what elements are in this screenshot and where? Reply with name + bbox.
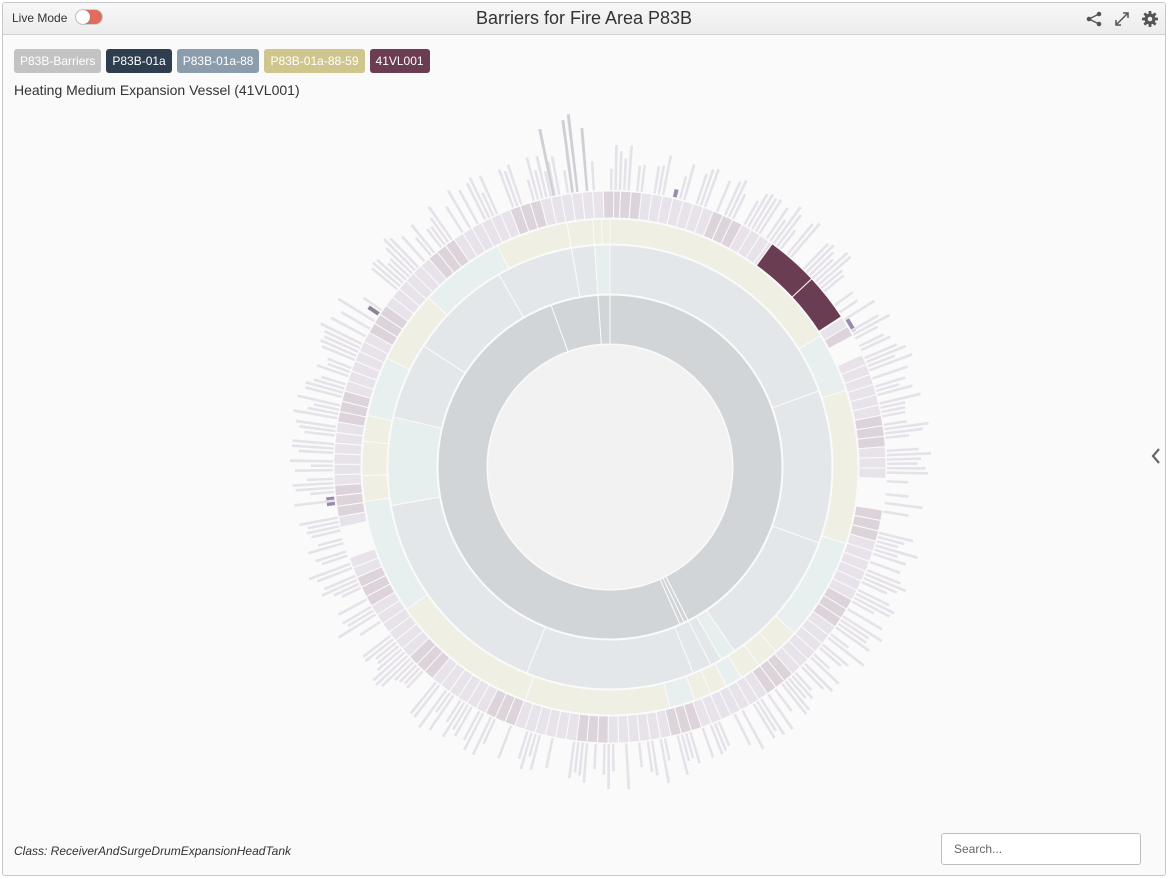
- sunburst-segment-level-5[interactable]: [886, 467, 926, 470]
- sunburst-segment-level-5[interactable]: [821, 643, 849, 667]
- sunburst-segment-level-5[interactable]: [563, 169, 570, 194]
- sunburst-segment-level-4[interactable]: [592, 190, 605, 220]
- sunburst-segment-level-4[interactable]: [607, 715, 620, 744]
- sunburst-chart[interactable]: [3, 3, 1166, 823]
- sunburst-segment-level-5[interactable]: [886, 462, 918, 466]
- sunburst-segment-level-5[interactable]: [580, 128, 589, 192]
- sunburst-segment-level-5[interactable]: [614, 145, 618, 191]
- sunburst-segment-level-2[interactable]: [387, 416, 443, 507]
- sunburst-segment-level-4[interactable]: [596, 715, 609, 744]
- sunburst-segment-level-5[interactable]: [886, 471, 928, 475]
- sunburst-segment-level-3[interactable]: [600, 218, 611, 245]
- sunburst-segment-level-5[interactable]: [330, 316, 367, 338]
- sunburst-segment-level-5[interactable]: [618, 151, 623, 191]
- sunburst-segment-level-5[interactable]: [624, 743, 631, 790]
- sunburst-segment-level-4[interactable]: [602, 190, 615, 219]
- sunburst-segment-level-5[interactable]: [886, 451, 932, 457]
- sunburst-segment-level-5[interactable]: [593, 743, 597, 770]
- sunburst-segment-level-4[interactable]: [858, 456, 887, 469]
- sunburst-segment-level-5[interactable]: [733, 713, 752, 746]
- sunburst-segment-level-5[interactable]: [760, 698, 786, 736]
- sunburst-segment-level-3[interactable]: [361, 474, 390, 503]
- sunburst-segment-level-5[interactable]: [371, 267, 399, 291]
- sunburst-segment-level-5[interactable]: [789, 222, 821, 258]
- sunburst-segment-level-5[interactable]: [623, 158, 628, 191]
- sunburst-segment-level-5[interactable]: [842, 615, 883, 643]
- sunburst-segment-level-5[interactable]: [886, 447, 919, 453]
- sunburst-segment-level-5[interactable]: [637, 742, 644, 768]
- sunburst-segment-level-5[interactable]: [337, 613, 377, 639]
- sunburst-segment-level-5[interactable]: [751, 193, 775, 230]
- sunburst-segment-level-5[interactable]: [458, 189, 479, 225]
- sunburst-segment-accent[interactable]: [366, 304, 382, 317]
- search-input[interactable]: [941, 833, 1141, 865]
- sunburst-segment-level-4[interactable]: [333, 452, 362, 465]
- sunburst-segment-level-5[interactable]: [413, 684, 441, 718]
- sunburst-segment-level-5[interactable]: [446, 189, 472, 229]
- sunburst-segment-level-4[interactable]: [333, 463, 362, 476]
- sunburst-segment-level-5[interactable]: [544, 737, 554, 769]
- sunburst-segment-level-5[interactable]: [627, 145, 634, 191]
- sunburst-segment-level-5[interactable]: [636, 165, 642, 192]
- sunburst-segment-level-5[interactable]: [610, 168, 613, 191]
- sunburst-center[interactable]: [488, 345, 732, 589]
- sunburst-segment-level-4[interactable]: [333, 473, 363, 486]
- sunburst-segment-level-5[interactable]: [310, 464, 334, 467]
- sunburst-segment-level-3[interactable]: [566, 219, 595, 248]
- sunburst-segment-level-5[interactable]: [808, 251, 835, 276]
- sunburst-segment-level-5[interactable]: [886, 457, 922, 461]
- sunburst-segment-level-5[interactable]: [497, 725, 513, 759]
- sunburst-segment-level-3[interactable]: [592, 218, 603, 246]
- sunburst-segment-level-5[interactable]: [659, 739, 671, 784]
- sunburst-segment-level-3[interactable]: [361, 440, 389, 477]
- sunburst-segment-level-5[interactable]: [602, 743, 606, 775]
- sunburst-segment-level-5[interactable]: [817, 255, 852, 286]
- sunburst-segment-level-5[interactable]: [885, 493, 909, 498]
- sunburst-segment-level-5[interactable]: [337, 598, 368, 616]
- sunburst-segment-level-5[interactable]: [292, 481, 334, 487]
- sunburst-segment-level-5[interactable]: [298, 449, 334, 454]
- sunburst-segment-level-4[interactable]: [857, 446, 887, 459]
- chevron-left-icon[interactable]: [1149, 446, 1163, 466]
- sunburst-segment-level-5[interactable]: [640, 164, 646, 192]
- sunburst-segment-level-5[interactable]: [291, 444, 334, 450]
- sunburst-segment-level-4[interactable]: [858, 467, 887, 480]
- sunburst-segment-level-5[interactable]: [471, 716, 493, 756]
- sunburst-segment-level-5[interactable]: [885, 434, 910, 440]
- sunburst-segment-level-5[interactable]: [310, 490, 335, 496]
- sunburst-segment-level-5[interactable]: [306, 477, 334, 482]
- sunburst-segment-level-5[interactable]: [852, 313, 891, 336]
- sunburst-segment-level-5[interactable]: [607, 743, 610, 789]
- sunburst-segment-level-5[interactable]: [289, 459, 334, 463]
- sunburst-group[interactable]: [289, 114, 932, 790]
- sunburst-segment-level-5[interactable]: [340, 310, 371, 330]
- sunburst-segment-level-5[interactable]: [884, 501, 923, 510]
- sunburst-segment-level-5[interactable]: [295, 468, 334, 472]
- sunburst-segment-level-5[interactable]: [883, 420, 907, 427]
- sunburst-segment-level-5[interactable]: [590, 161, 596, 191]
- sunburst-window: Live Mode Barriers for Fire Area P83B P8…: [2, 2, 1166, 876]
- sunburst-segment-level-5[interactable]: [611, 743, 615, 772]
- sunburst-segment-level-5[interactable]: [295, 486, 334, 492]
- sunburst-segment-accent[interactable]: [671, 187, 680, 199]
- sunburst-segment-level-5[interactable]: [886, 480, 908, 484]
- sunburst-segment-level-5[interactable]: [292, 439, 335, 446]
- class-text: Class: ReceiverAndSurgeDrumExpansionHead…: [14, 844, 292, 858]
- sunburst-segment-level-5[interactable]: [883, 510, 909, 517]
- sunburst-segment-level-4[interactable]: [617, 714, 630, 744]
- sunburst-segment-level-5[interactable]: [843, 299, 876, 321]
- sunburst-segment-level-5[interactable]: [567, 741, 576, 779]
